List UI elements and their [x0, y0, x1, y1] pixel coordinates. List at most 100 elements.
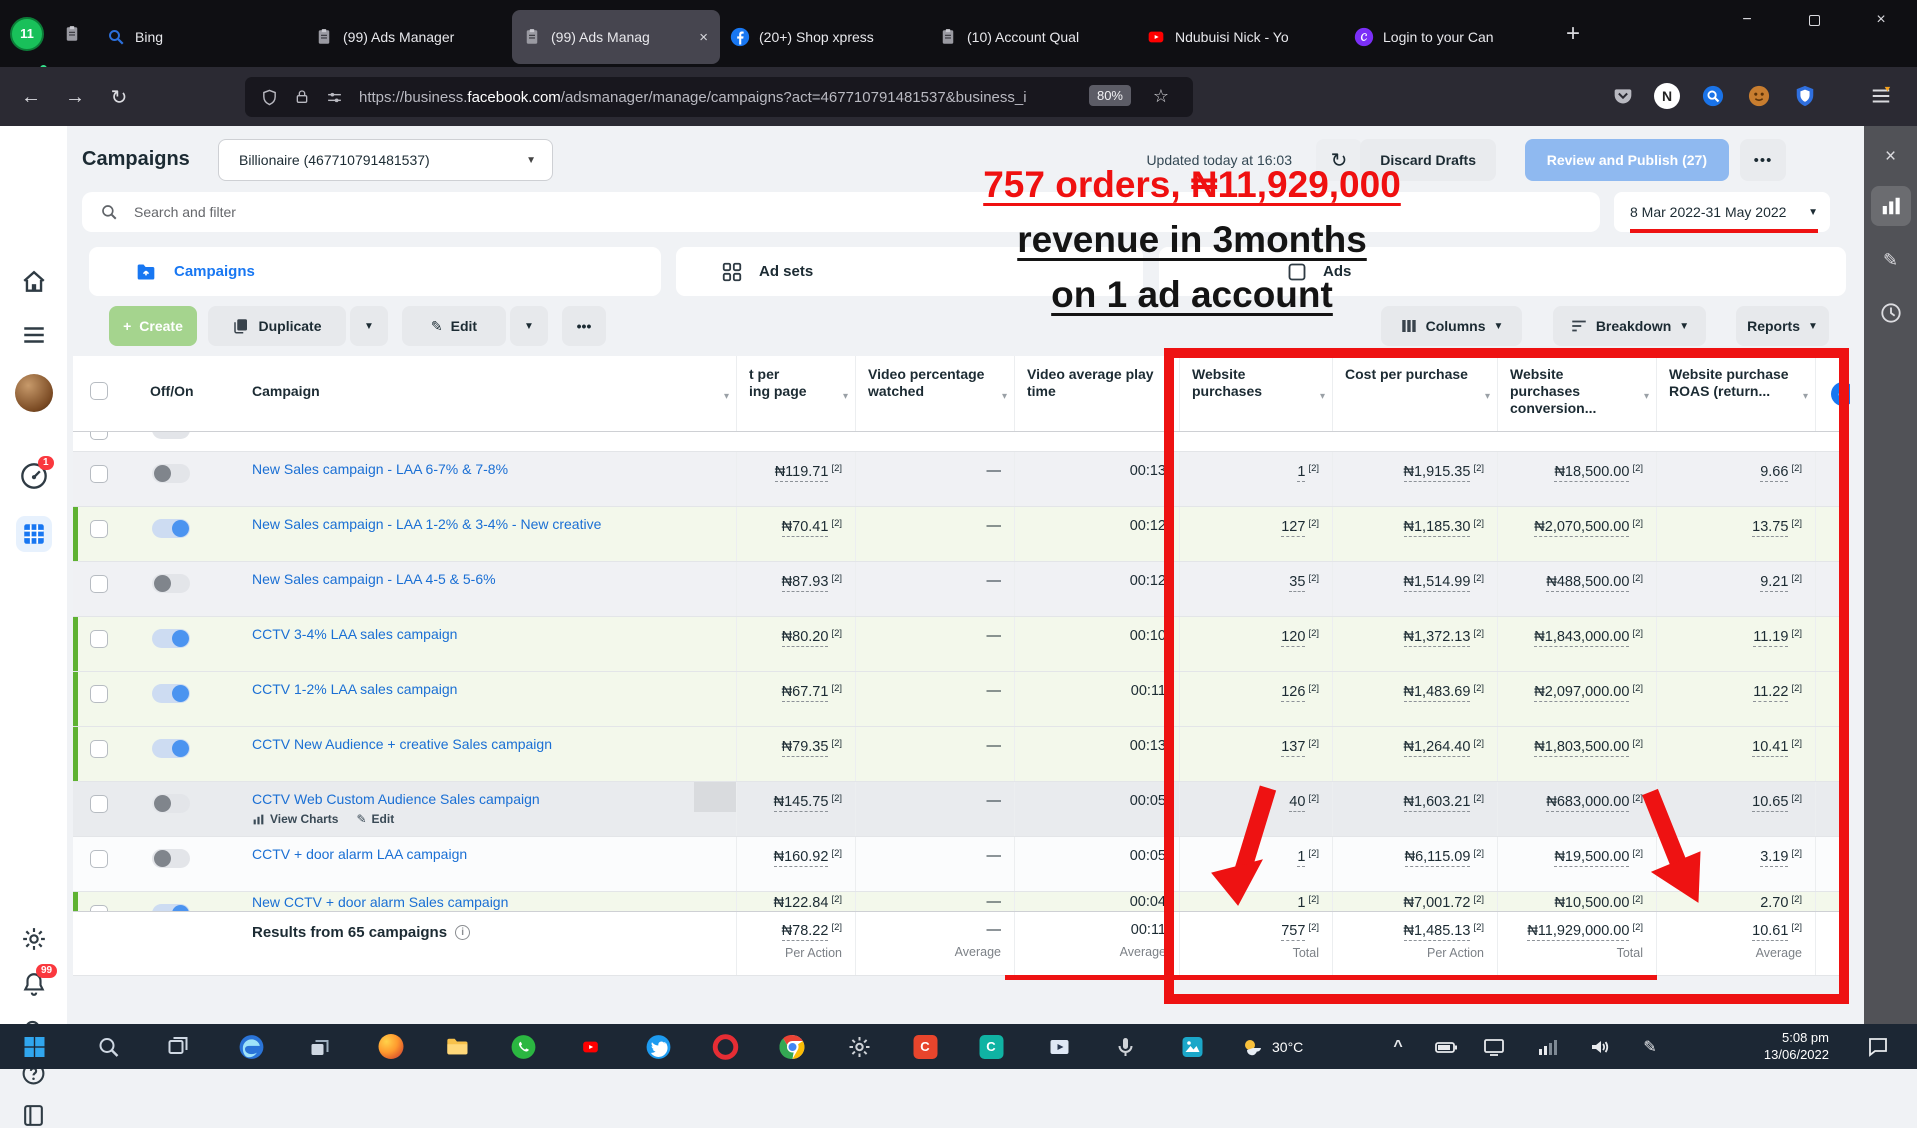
create-button[interactable]: +Create [109, 306, 197, 346]
row-checkbox[interactable] [90, 465, 108, 483]
duplicate-caret-button[interactable]: ▼ [350, 306, 388, 346]
chrome-taskbar-icon[interactable] [779, 1033, 806, 1060]
columns-button[interactable]: Columns▼ [1381, 306, 1522, 346]
search-input[interactable]: Search and filter [82, 192, 1600, 232]
column-header-cost-per-landing[interactable]: t pering page▾ [737, 356, 856, 431]
row-checkbox[interactable] [90, 685, 108, 703]
campaigns-table-icon[interactable] [0, 516, 67, 552]
discard-drafts-button[interactable]: Discard Drafts [1360, 139, 1496, 181]
date-range-selector[interactable]: 8 Mar 2022-31 May 2022 ▼ [1614, 192, 1830, 232]
extension-search-icon[interactable] [1698, 81, 1728, 111]
monitor-icon[interactable] [1482, 1024, 1506, 1069]
charts-panel-button[interactable] [1864, 186, 1917, 226]
settings-gear-icon[interactable] [0, 926, 67, 952]
tab-campaigns[interactable]: Campaigns [89, 247, 661, 296]
app-red-taskbar-icon[interactable]: C [912, 1033, 939, 1060]
tab-ads[interactable]: Ads [1159, 247, 1846, 296]
campaign-link[interactable]: CCTV 3-4% LAA sales campaign [252, 626, 724, 642]
row-checkbox[interactable] [90, 520, 108, 538]
toolbar-more-button[interactable]: ••• [562, 306, 606, 346]
browser-tab[interactable]: (20+) Shop xpress [720, 10, 928, 64]
tray-chevron-icon[interactable]: ^ [1393, 1024, 1402, 1069]
browser-tab[interactable]: (99) Ads Manager [304, 10, 512, 64]
bookmark-star-icon[interactable]: ☆ [1153, 86, 1169, 107]
campaign-link[interactable]: New CCTV + door alarm Sales campaign [252, 894, 724, 910]
campaign-toggle[interactable] [152, 684, 190, 703]
add-column-button[interactable]: + [1831, 382, 1850, 406]
ad-account-selector[interactable]: Billionaire (467710791481537) ▼ [218, 139, 553, 181]
battery-icon[interactable] [1434, 1024, 1458, 1069]
browser-tab[interactable]: Bing [96, 10, 304, 64]
twitter-taskbar-icon[interactable] [645, 1033, 672, 1060]
home-icon[interactable] [0, 269, 67, 295]
edit-caret-button[interactable]: ▼ [510, 306, 548, 346]
profile-avatar-button[interactable]: N [1652, 81, 1682, 111]
weather-widget[interactable]: 30°C [1240, 1024, 1303, 1069]
campaign-toggle[interactable] [152, 849, 190, 868]
campaign-toggle[interactable] [152, 464, 190, 483]
file-explorer-taskbar-icon[interactable] [443, 1033, 470, 1060]
column-header-roas[interactable]: Website purchase ROAS (return...▾ [1657, 356, 1816, 431]
pocket-icon[interactable] [1608, 81, 1638, 111]
pen-icon[interactable]: ✎ [1643, 1024, 1656, 1069]
history-clock-icon[interactable] [1864, 302, 1917, 324]
edit-link[interactable]: ✎Edit [356, 812, 394, 826]
campaign-toggle[interactable] [152, 739, 190, 758]
campaign-link[interactable]: New Sales campaign - LAA 1-2% & 3-4% - N… [252, 516, 724, 532]
view-charts-link[interactable]: View Charts [252, 812, 338, 826]
notifications-bell-icon[interactable] [0, 971, 67, 997]
campaign-toggle[interactable] [152, 904, 190, 911]
campaign-link[interactable]: CCTV New Audience + creative Sales campa… [252, 736, 724, 752]
duplicate-button[interactable]: Duplicate [208, 306, 346, 346]
reports-button[interactable]: Reports▼ [1736, 306, 1829, 346]
row-checkbox[interactable] [90, 575, 108, 593]
opera-taskbar-icon[interactable] [712, 1033, 739, 1060]
menu-icon[interactable] [0, 322, 67, 348]
column-header-video-avg[interactable]: Video average play time▾ [1015, 356, 1180, 431]
browser-tab[interactable]: Ndubuisi Nick - Yo [1136, 10, 1344, 64]
campaign-link[interactable]: CCTV Web Custom Audience Sales campaign [252, 791, 724, 807]
network-icon[interactable] [1536, 1024, 1560, 1069]
column-header-video-pct[interactable]: Video percentage watched▾ [856, 356, 1015, 431]
breakdown-button[interactable]: Breakdown▼ [1553, 306, 1706, 346]
review-publish-button[interactable]: Review and Publish (27) [1525, 139, 1729, 181]
whatsapp-taskbar-icon[interactable] [510, 1033, 537, 1060]
close-icon[interactable]: × [1864, 146, 1917, 168]
settings-taskbar-icon[interactable] [846, 1033, 873, 1060]
task-view-taskbar-icon[interactable] [164, 1033, 191, 1060]
search-taskbar-icon[interactable] [95, 1033, 122, 1060]
pinned-page-icon[interactable] [62, 24, 82, 44]
refresh-button[interactable]: ↻ [1316, 139, 1362, 181]
extension-monkey-icon[interactable] [1744, 81, 1774, 111]
docs-icon[interactable] [0, 1103, 67, 1128]
zoom-level-badge[interactable]: 80% [1089, 85, 1131, 106]
select-all-checkbox[interactable] [90, 382, 108, 400]
lock-icon[interactable] [294, 89, 310, 105]
edge-taskbar-icon[interactable] [238, 1033, 265, 1060]
column-header-cost-per-purchase[interactable]: Cost per purchase▾ [1333, 356, 1498, 431]
movies-taskbar-icon[interactable] [1046, 1033, 1073, 1060]
permissions-icon[interactable] [326, 89, 343, 106]
tab-ad-sets[interactable]: Ad sets [676, 247, 1143, 296]
more-options-button[interactable]: ••• [1740, 139, 1786, 181]
photos-taskbar-icon[interactable] [1179, 1033, 1206, 1060]
campaign-toggle[interactable] [152, 519, 190, 538]
window-maximize-button[interactable] [1791, 0, 1837, 40]
cell-hover-handle[interactable] [694, 782, 736, 812]
ads-reporting-icon[interactable] [0, 462, 67, 490]
row-checkbox[interactable] [90, 905, 108, 911]
youtube-taskbar-icon[interactable] [577, 1033, 604, 1060]
reload-button[interactable]: ↻ [102, 81, 136, 113]
url-bar[interactable]: https://business.facebook.com/adsmanager… [245, 77, 1193, 117]
forward-button[interactable]: → [58, 81, 92, 113]
avatar[interactable] [0, 374, 67, 412]
campaign-toggle[interactable] [152, 629, 190, 648]
campaign-link[interactable]: New Sales campaign - LAA 4-5 & 5-6% [252, 571, 724, 587]
tracking-shield-icon[interactable] [261, 89, 278, 106]
volume-icon[interactable] [1588, 1024, 1612, 1069]
column-header-off-on[interactable]: Off/On [134, 356, 238, 431]
whatsapp-pinned-tab[interactable]: 11 [10, 17, 44, 51]
row-checkbox[interactable] [90, 850, 108, 868]
campaign-toggle[interactable] [152, 574, 190, 593]
info-icon[interactable]: i [455, 925, 470, 940]
